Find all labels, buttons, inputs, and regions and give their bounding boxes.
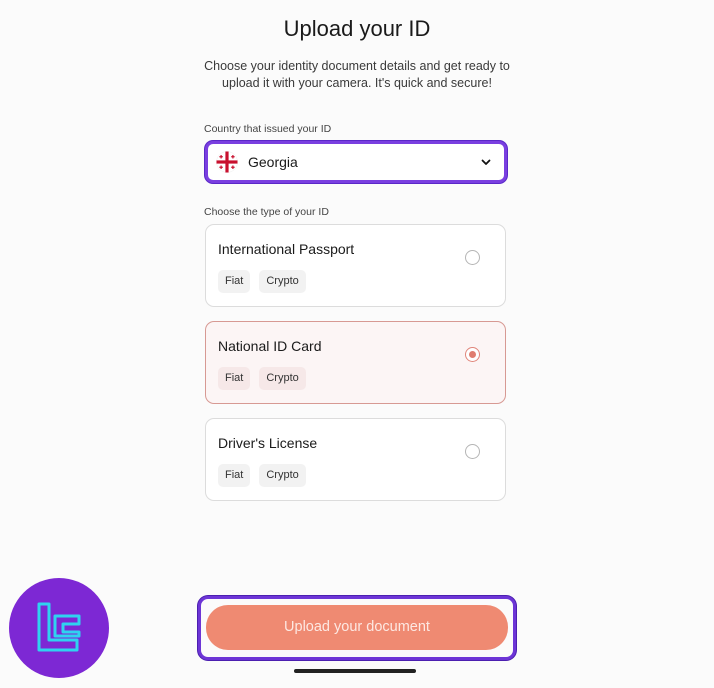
- tag-list: Fiat Crypto: [218, 464, 306, 487]
- radio-button[interactable]: [465, 250, 480, 265]
- home-indicator: [294, 669, 416, 673]
- country-value: Georgia: [248, 154, 298, 170]
- page-title: Upload your ID: [283, 16, 431, 41]
- option-title: National ID Card: [218, 338, 322, 354]
- tag-fiat: Fiat: [218, 367, 251, 390]
- tag-list: Fiat Crypto: [218, 367, 306, 390]
- tag-list: Fiat Crypto: [218, 270, 306, 293]
- chevron-down-icon: [480, 155, 492, 167]
- id-option-international-passport[interactable]: International Passport Fiat Crypto: [205, 224, 506, 307]
- radio-button-selected[interactable]: [465, 347, 480, 362]
- tag-crypto: Crypto: [259, 367, 306, 390]
- brand-logo-icon: [37, 602, 81, 652]
- option-title: International Passport: [218, 241, 355, 257]
- id-type-label: Choose the type of your ID: [204, 206, 329, 218]
- id-option-national-id-card[interactable]: National ID Card Fiat Crypto: [205, 321, 506, 404]
- radio-button[interactable]: [465, 444, 480, 459]
- tag-fiat: Fiat: [218, 464, 251, 487]
- upload-document-button[interactable]: Upload your document: [206, 605, 508, 650]
- id-option-drivers-license[interactable]: Driver's License Fiat Crypto: [205, 418, 506, 501]
- radio-dot: [469, 351, 476, 358]
- option-title: Driver's License: [218, 435, 318, 451]
- georgia-flag-icon: [216, 151, 238, 173]
- brand-logo: [9, 578, 109, 678]
- page-subtitle: Choose your identity document details an…: [204, 59, 510, 90]
- country-select[interactable]: Georgia: [205, 141, 507, 183]
- upload-highlight: Upload your document: [198, 596, 516, 660]
- country-label: Country that issued your ID: [204, 123, 332, 135]
- tag-crypto: Crypto: [259, 464, 306, 487]
- tag-crypto: Crypto: [259, 270, 306, 293]
- tag-fiat: Fiat: [218, 270, 251, 293]
